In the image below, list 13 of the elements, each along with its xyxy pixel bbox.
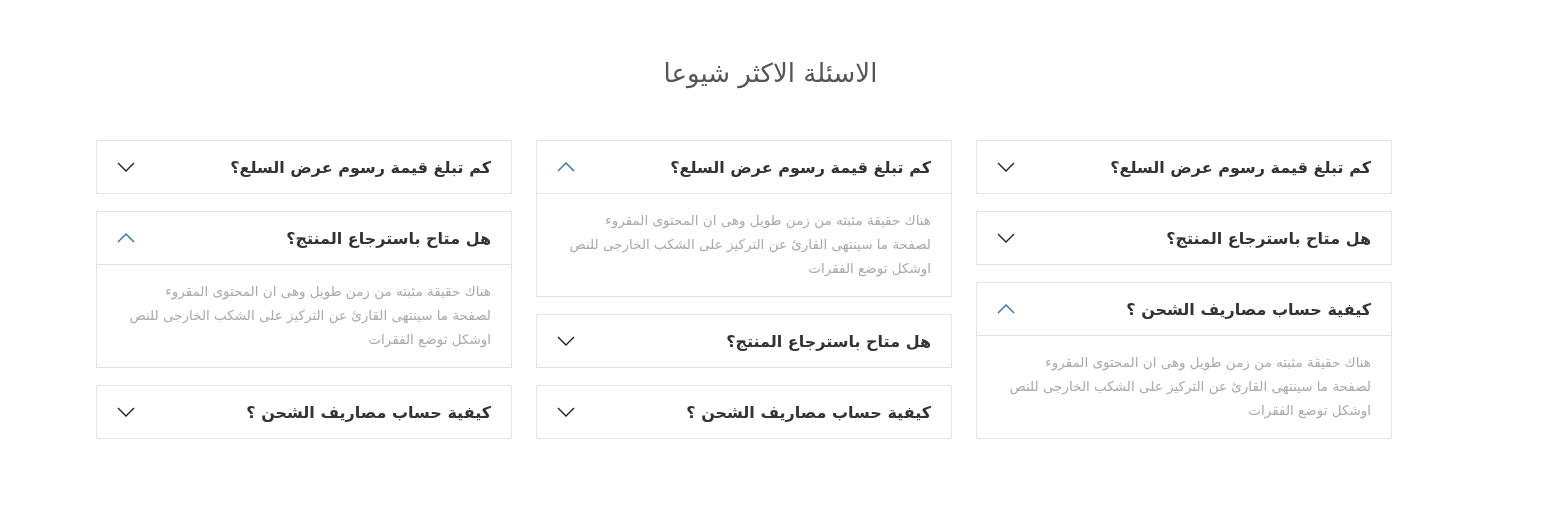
faq-answer: هناك حقيقة مثبته من زمن طويل وهى ان المحتوى المقروء لصفحة ما سينتهى القارئ عن التركيز على الشكب الخارجى للنص اوشكل توضع الفقرات bbox=[128, 282, 491, 350]
chevron-up-icon bbox=[997, 304, 1015, 314]
chevron-down-icon bbox=[117, 407, 135, 417]
faq-answer: هناك حقيقة مثبته من زمن طويل وهى ان المحتوى المقروء لصفحة ما سينتهى القارئ عن التركيز على الشكب الخارجى للنص اوشكل توضع الفقرات bbox=[568, 211, 931, 279]
faq-answer: هناك حقيقة مثبته من زمن طويل وهى ان المحتوى المقروء لصفحة ما سينتهى القارئ عن التركيز على الشكب الخارجى للنص اوشكل توضع الفقرات bbox=[1008, 353, 1371, 421]
chevron-down-icon bbox=[117, 162, 135, 172]
chevron-down-icon bbox=[997, 162, 1015, 172]
chevron-up-icon bbox=[557, 162, 575, 172]
chevron-down-icon bbox=[557, 407, 575, 417]
chevron-down-icon bbox=[997, 233, 1015, 243]
chevron-down-icon bbox=[557, 336, 575, 346]
chevron-up-icon bbox=[117, 233, 135, 243]
section-title: الاسئلة الاكثر شيوعا bbox=[662, 57, 879, 91]
